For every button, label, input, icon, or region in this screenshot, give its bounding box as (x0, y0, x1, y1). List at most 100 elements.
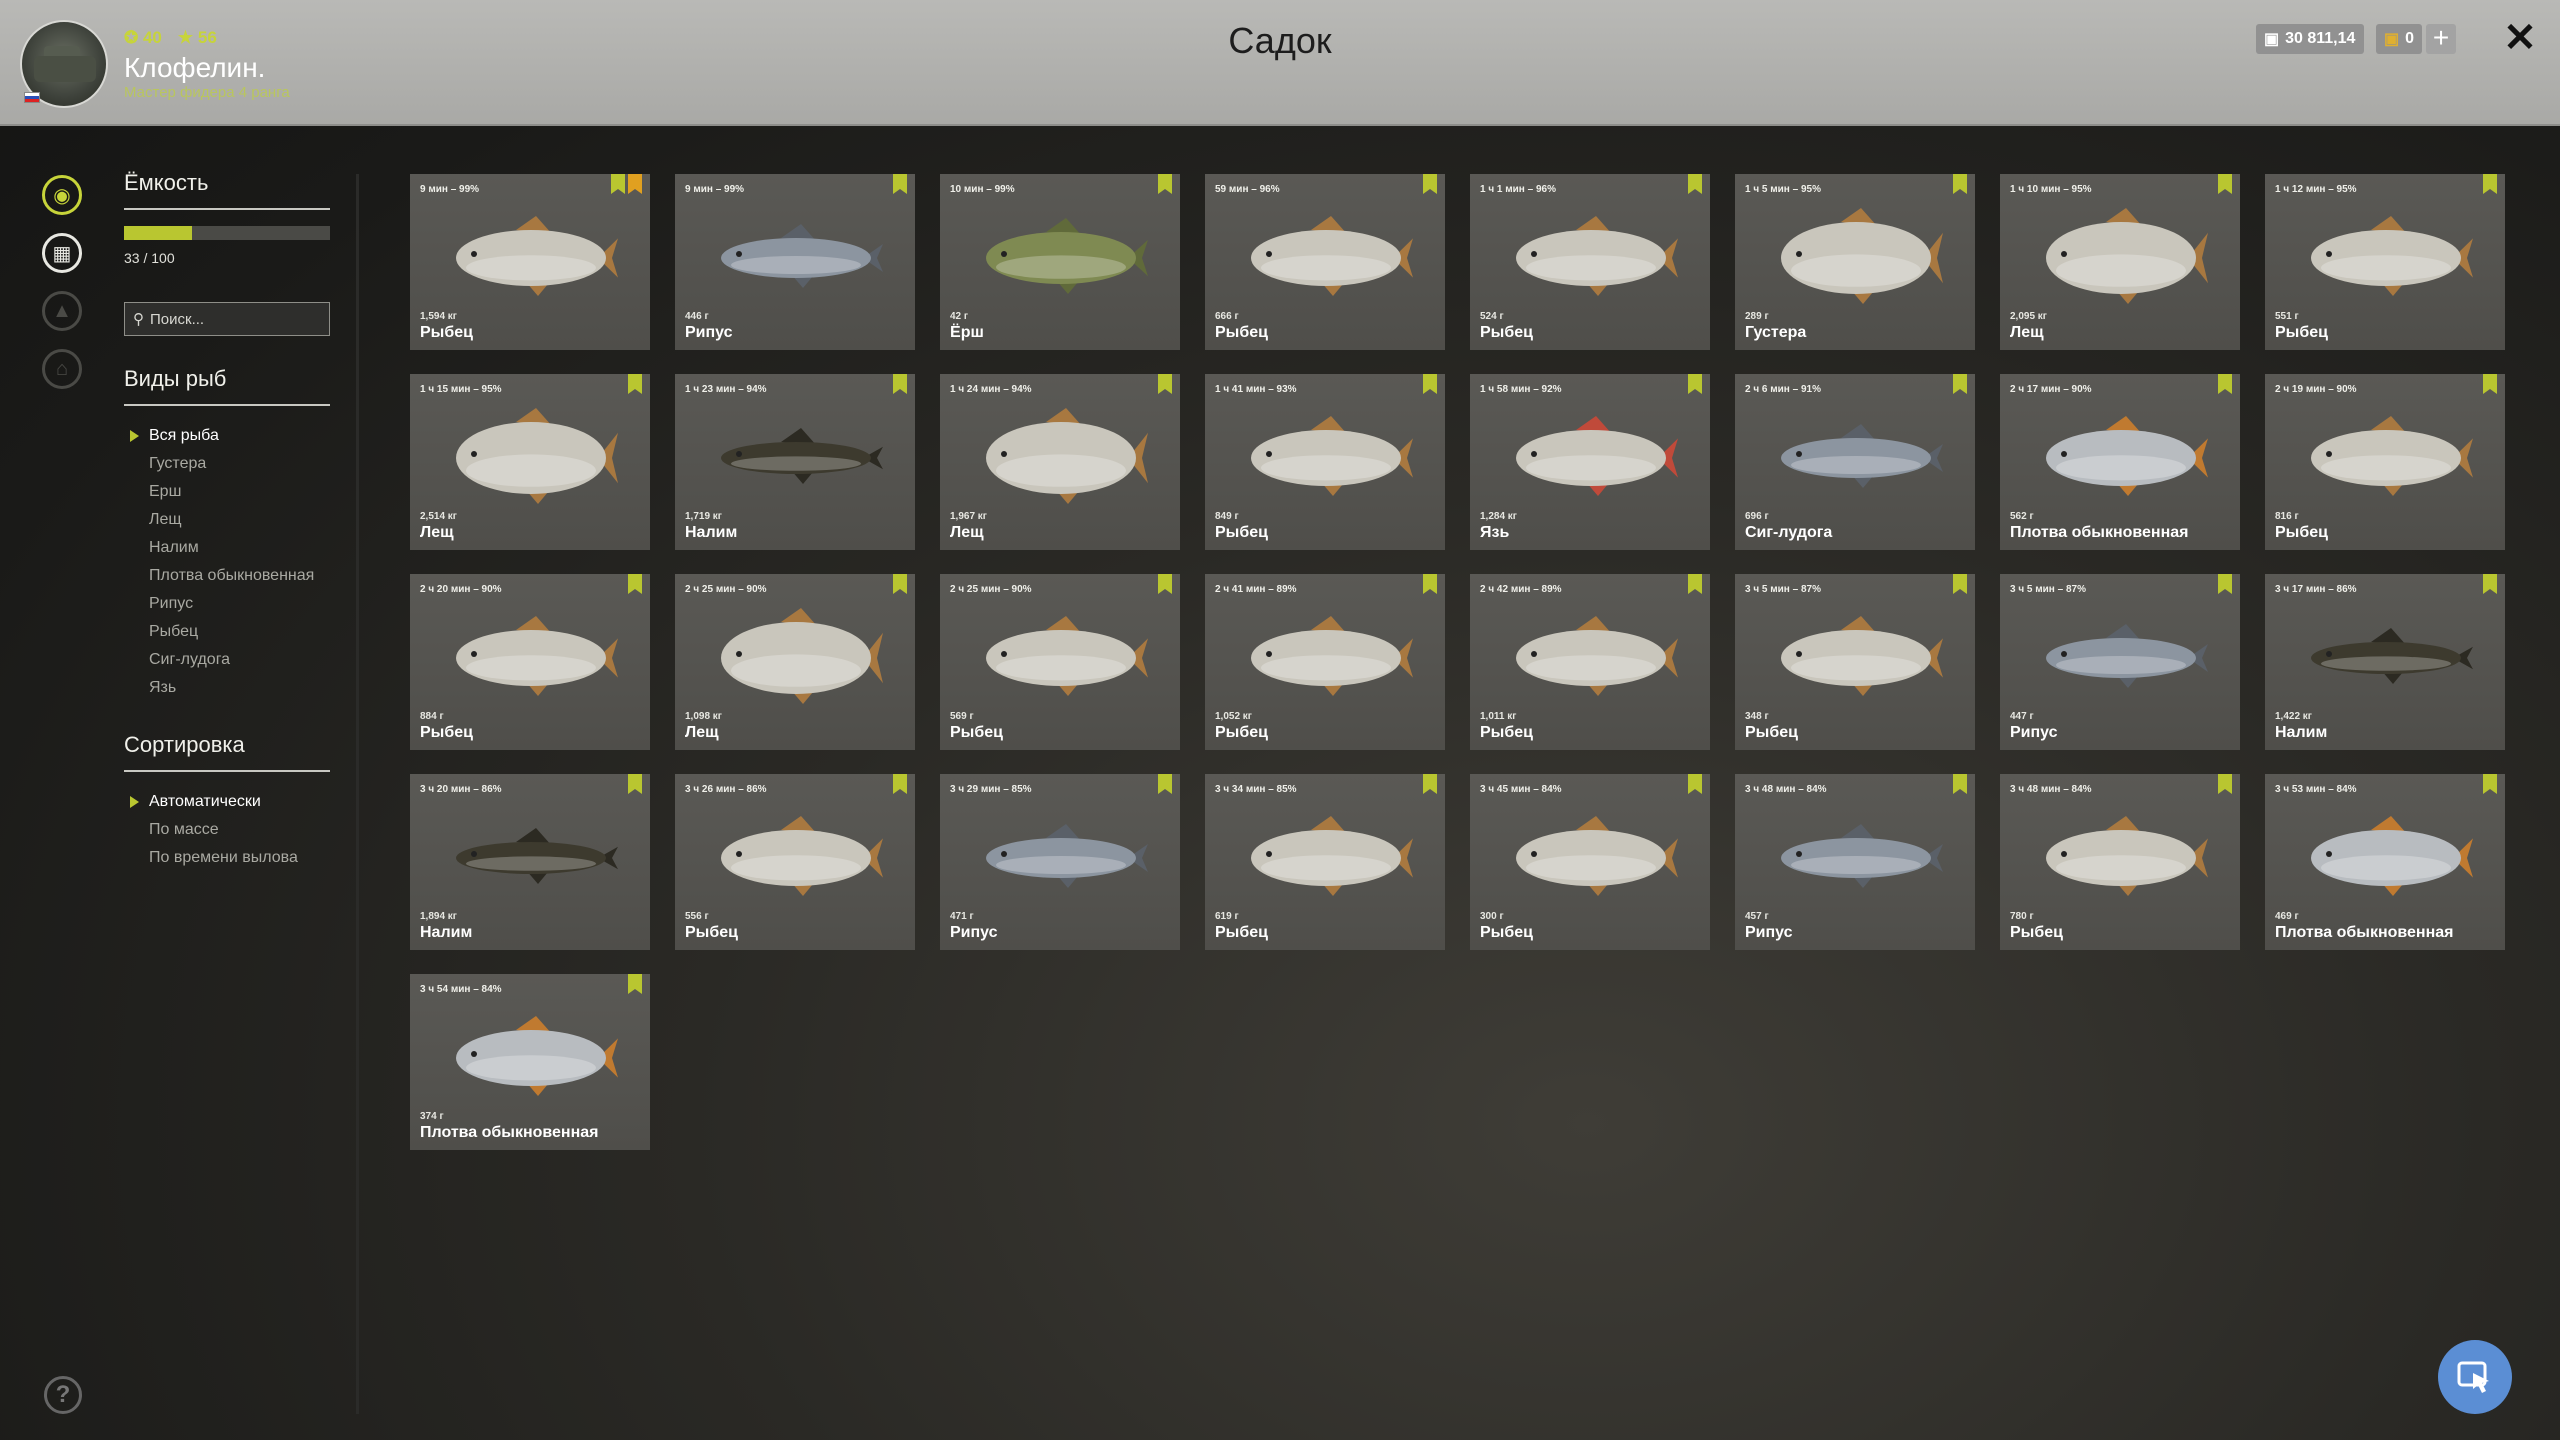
bookmark-icon[interactable] (893, 774, 907, 794)
fish-card[interactable]: 2 ч 25 мин – 90% 569 г Рыбец (940, 574, 1180, 750)
bookmark-icon[interactable] (1688, 174, 1702, 194)
fish-card[interactable]: 3 ч 45 мин – 84% 300 г Рыбец (1470, 774, 1710, 950)
fish-card[interactable]: 1 ч 24 мин – 94% 1,967 кг Лещ (940, 374, 1180, 550)
species-item[interactable]: Плотва обыкновенная (124, 562, 330, 590)
species-item[interactable]: Рыбец (124, 618, 330, 646)
fish-card[interactable]: 1 ч 12 мин – 95% 551 г Рыбец (2265, 174, 2505, 350)
sort-option[interactable]: По времени вылова (124, 844, 330, 872)
bookmark-icon[interactable] (1688, 574, 1702, 594)
species-item[interactable]: Налим (124, 534, 330, 562)
fish-card[interactable]: 1 ч 5 мин – 95% 289 г Густера (1735, 174, 1975, 350)
fish-card[interactable]: 3 ч 26 мин – 86% 556 г Рыбец (675, 774, 915, 950)
bookmark-icon[interactable] (2483, 374, 2497, 394)
home-icon[interactable]: ⌂ (42, 349, 82, 389)
fish-name: Рыбец (2275, 524, 2328, 541)
fish-card[interactable]: 3 ч 5 мин – 87% 348 г Рыбец (1735, 574, 1975, 750)
fish-card[interactable]: 3 ч 54 мин – 84% 374 г Плотва обыкновенн… (410, 974, 650, 1150)
fish-name: Рыбец (1480, 324, 1533, 341)
bookmark-icon[interactable] (628, 574, 642, 594)
bookmark-icon[interactable] (2483, 574, 2497, 594)
species-item[interactable]: Сиг-лудога (124, 646, 330, 674)
fish-card[interactable]: 59 мин – 96% 666 г Рыбец (1205, 174, 1445, 350)
cursor-mode-button[interactable] (2438, 1340, 2512, 1414)
search-input[interactable]: ⚲ Поиск... (124, 302, 330, 336)
fish-card[interactable]: 2 ч 19 мин – 90% 816 г Рыбец (2265, 374, 2505, 550)
sort-option[interactable]: Автоматически (124, 788, 330, 816)
species-item[interactable]: Рипус (124, 590, 330, 618)
bookmark-icon[interactable] (628, 174, 642, 194)
bookmark-icon[interactable] (1688, 774, 1702, 794)
add-currency-button[interactable]: + (2426, 24, 2456, 54)
fish-card[interactable]: 2 ч 42 мин – 89% 1,011 кг Рыбец (1470, 574, 1710, 750)
species-item[interactable]: Язь (124, 674, 330, 702)
fish-card[interactable]: 3 ч 48 мин – 84% 780 г Рыбец (2000, 774, 2240, 950)
fish-card[interactable]: 3 ч 34 мин – 85% 619 г Рыбец (1205, 774, 1445, 950)
fish-keepnet-icon[interactable]: ◉ (42, 175, 82, 215)
fish-card[interactable]: 1 ч 1 мин – 96% 524 г Рыбец (1470, 174, 1710, 350)
campfire-icon[interactable]: ▲ (42, 291, 82, 331)
fish-image (2311, 628, 2473, 684)
bookmark-icon[interactable] (1688, 374, 1702, 394)
fish-card[interactable]: 1 ч 23 мин – 94% 1,719 кг Налим (675, 374, 915, 550)
bookmark-icon[interactable] (1423, 174, 1437, 194)
bookmark-icon[interactable] (628, 774, 642, 794)
fish-weight: 2,095 кг (2010, 311, 2047, 322)
card-marks (1158, 574, 1172, 594)
species-item[interactable]: Густера (124, 450, 330, 478)
fish-card[interactable]: 9 мин – 99% 1,594 кг Рыбец (410, 174, 650, 350)
bookmark-icon[interactable] (2483, 774, 2497, 794)
fish-card[interactable]: 1 ч 41 мин – 93% 849 г Рыбец (1205, 374, 1445, 550)
fish-card[interactable]: 2 ч 17 мин – 90% 562 г Плотва обыкновенн… (2000, 374, 2240, 550)
fish-card[interactable]: 2 ч 6 мин – 91% 696 г Сиг-лудога (1735, 374, 1975, 550)
help-icon[interactable]: ? (44, 1376, 82, 1414)
card-marks (2218, 174, 2232, 194)
basket-icon[interactable]: ▦ (42, 233, 82, 273)
card-marks (1423, 774, 1437, 794)
sort-option[interactable]: По массе (124, 816, 330, 844)
fish-card[interactable]: 3 ч 29 мин – 85% 471 г Рипус (940, 774, 1180, 950)
bookmark-icon[interactable] (611, 174, 625, 194)
bookmark-icon[interactable] (1158, 574, 1172, 594)
fish-card[interactable]: 3 ч 5 мин – 87% 447 г Рипус (2000, 574, 2240, 750)
fish-card[interactable]: 3 ч 20 мин – 86% 1,894 кг Налим (410, 774, 650, 950)
fish-card[interactable]: 10 мин – 99% 42 г Ёрш (940, 174, 1180, 350)
close-button[interactable]: ✕ (2500, 18, 2540, 58)
bookmark-icon[interactable] (2483, 174, 2497, 194)
bookmark-icon[interactable] (1158, 774, 1172, 794)
fish-card[interactable]: 3 ч 53 мин – 84% 469 г Плотва обыкновенн… (2265, 774, 2505, 950)
bookmark-icon[interactable] (1953, 774, 1967, 794)
bookmark-icon[interactable] (893, 574, 907, 594)
fish-card[interactable]: 2 ч 41 мин – 89% 1,052 кг Рыбец (1205, 574, 1445, 750)
fish-card[interactable]: 2 ч 25 мин – 90% 1,098 кг Лещ (675, 574, 915, 750)
fish-card[interactable]: 2 ч 20 мин – 90% 884 г Рыбец (410, 574, 650, 750)
fish-card[interactable]: 1 ч 10 мин – 95% 2,095 кг Лещ (2000, 174, 2240, 350)
bookmark-icon[interactable] (2218, 774, 2232, 794)
bookmark-icon[interactable] (893, 174, 907, 194)
bookmark-icon[interactable] (1953, 574, 1967, 594)
species-item[interactable]: Ерш (124, 478, 330, 506)
bookmark-icon[interactable] (1953, 174, 1967, 194)
catch-time: 3 ч 48 мин – 84% (1745, 784, 1827, 795)
bookmark-icon[interactable] (1158, 174, 1172, 194)
fish-card[interactable]: 3 ч 48 мин – 84% 457 г Рипус (1735, 774, 1975, 950)
species-item[interactable]: Лещ (124, 506, 330, 534)
fish-card[interactable]: 9 мин – 99% 446 г Рипус (675, 174, 915, 350)
fish-card[interactable]: 1 ч 58 мин – 92% 1,284 кг Язь (1470, 374, 1710, 550)
bookmark-icon[interactable] (1953, 374, 1967, 394)
bookmark-icon[interactable] (893, 374, 907, 394)
card-marks (611, 174, 642, 194)
bookmark-icon[interactable] (1423, 574, 1437, 594)
bookmark-icon[interactable] (2218, 574, 2232, 594)
fish-card[interactable]: 1 ч 15 мин – 95% 2,514 кг Лещ (410, 374, 650, 550)
fish-image (456, 216, 618, 296)
species-item[interactable]: Вся рыба (124, 422, 330, 450)
bookmark-icon[interactable] (1158, 374, 1172, 394)
bookmark-icon[interactable] (628, 974, 642, 994)
bookmark-icon[interactable] (2218, 174, 2232, 194)
bookmark-icon[interactable] (1423, 774, 1437, 794)
card-marks (893, 774, 907, 794)
bookmark-icon[interactable] (628, 374, 642, 394)
fish-card[interactable]: 3 ч 17 мин – 86% 1,422 кг Налим (2265, 574, 2505, 750)
bookmark-icon[interactable] (2218, 374, 2232, 394)
bookmark-icon[interactable] (1423, 374, 1437, 394)
